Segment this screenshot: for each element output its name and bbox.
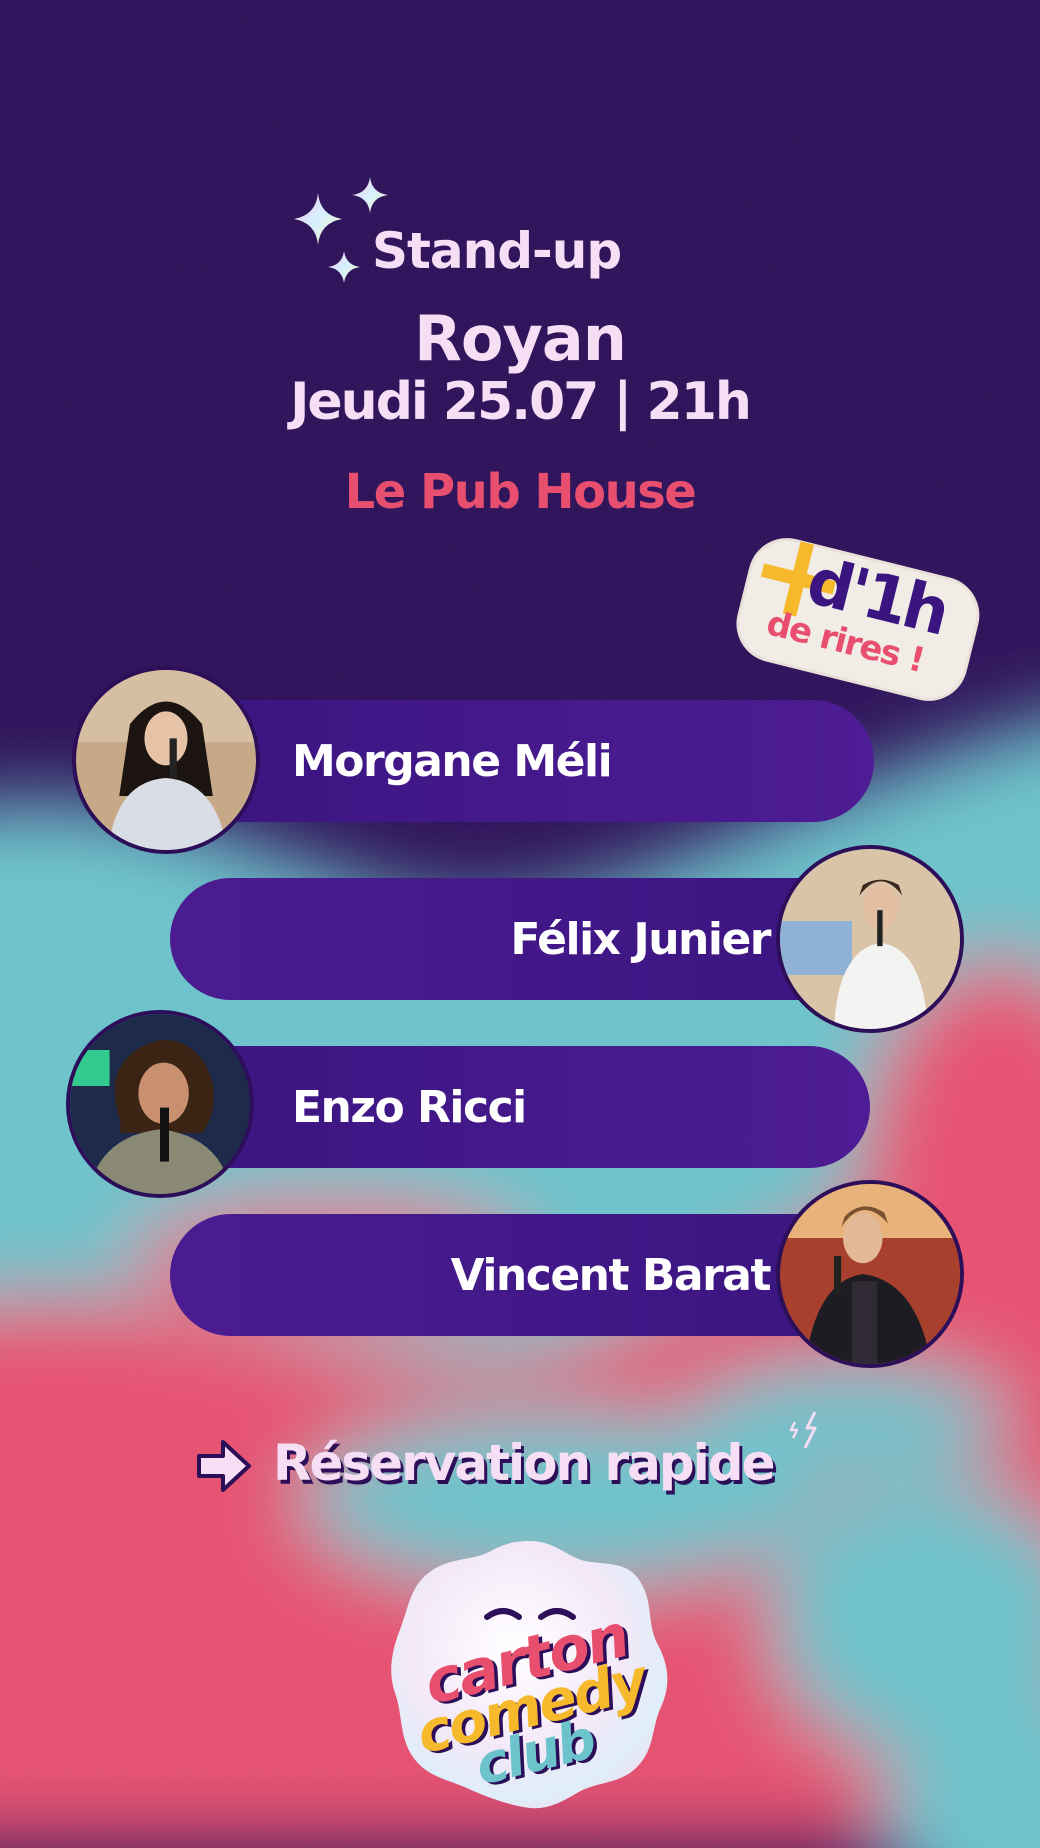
reservation-label: Réservation rapide bbox=[273, 1434, 775, 1492]
comedian-name: Vincent Barat bbox=[450, 1249, 772, 1301]
lightning-icon bbox=[789, 1411, 817, 1449]
comedian-card: Enzo Ricci bbox=[160, 1046, 870, 1168]
event-genre: Stand-up bbox=[372, 222, 622, 280]
duration-sticker: + d'1h de rires ! bbox=[731, 496, 985, 710]
comedian-card: Morgane Méli bbox=[160, 700, 874, 822]
comedian-card: Félix Junier bbox=[170, 878, 870, 1000]
comedian-name: Félix Junier bbox=[510, 913, 771, 965]
event-datetime: Jeudi 25.07 | 21h bbox=[290, 372, 752, 432]
event-venue: Le Pub House bbox=[344, 464, 697, 520]
arrow-right-icon bbox=[197, 1440, 251, 1492]
reservation-button[interactable]: Réservation rapide bbox=[195, 1411, 845, 1508]
comedian-name: Morgane Méli bbox=[292, 735, 613, 787]
comedian-name: Enzo Ricci bbox=[292, 1081, 527, 1133]
comedian-photo bbox=[72, 666, 260, 854]
event-city: Royan bbox=[414, 302, 627, 375]
carton-comedy-club-logo: carton comedy club bbox=[385, 1535, 675, 1815]
comedian-photo bbox=[66, 1010, 254, 1198]
comedian-card: Vincent Barat bbox=[170, 1214, 870, 1336]
comedian-photo bbox=[776, 1180, 964, 1368]
comedian-photo bbox=[776, 845, 964, 1033]
